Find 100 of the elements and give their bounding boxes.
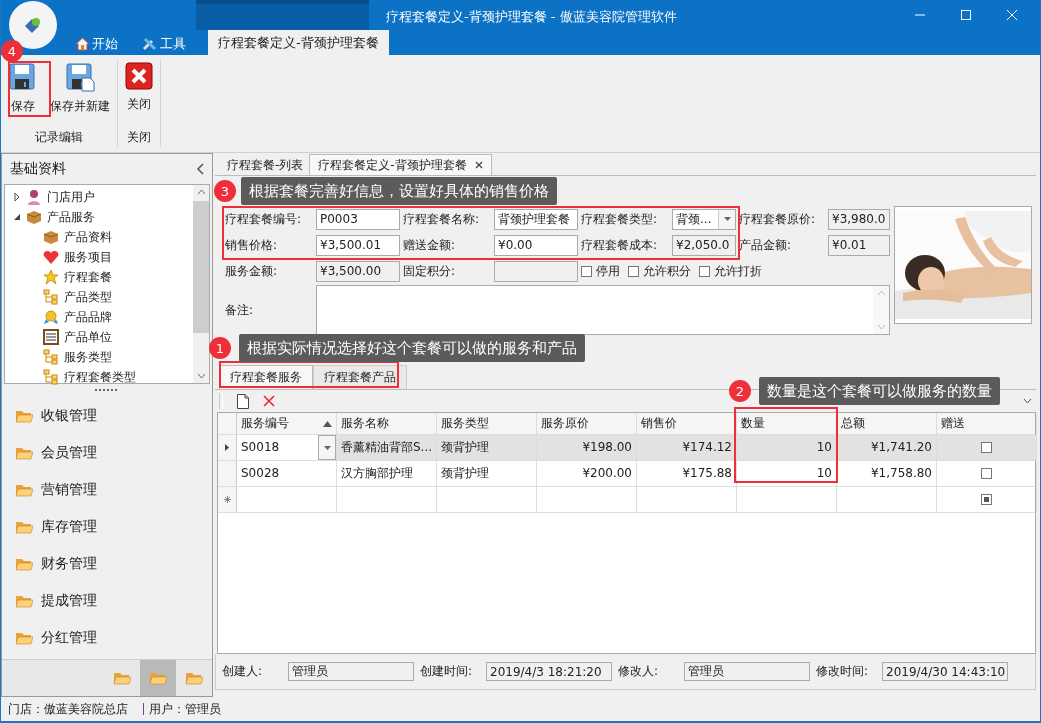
- tools-icon: [142, 36, 158, 51]
- scrollbar-thumb[interactable]: [193, 201, 209, 333]
- column-header[interactable]: 赠送: [937, 413, 1037, 434]
- scroll-down-icon[interactable]: [196, 373, 206, 379]
- table-cell: ¥198.00: [537, 435, 637, 460]
- hierarchy-icon: [43, 349, 59, 365]
- nav-group[interactable]: 收银管理: [2, 397, 212, 434]
- hierarchy-icon: [43, 289, 59, 305]
- document-tab[interactable]: 疗程套餐定义-背颈护理套餐: [309, 154, 492, 175]
- table-row[interactable]: S0028 汉方胸部护理 颈背护理 ¥200.00 ¥175.88 10 ¥1,758.80: [218, 461, 1035, 487]
- folder-icon: [15, 482, 33, 497]
- field-label: 疗程套餐名称:: [403, 210, 481, 228]
- column-header[interactable]: 数量: [737, 413, 837, 434]
- checkbox[interactable]: 停用: [581, 262, 620, 280]
- tree-item[interactable]: 疗程套餐类型: [5, 367, 193, 387]
- column-header[interactable]: 服务类型: [437, 413, 537, 434]
- nav-group[interactable]: 营销管理: [2, 471, 212, 508]
- window-title: 疗程套餐定义-背颈护理套餐 - 傲蓝美容院管理软件: [385, 8, 678, 26]
- scroll-up-icon[interactable]: [196, 189, 206, 195]
- expander-icon[interactable]: [13, 213, 21, 221]
- folder-icon: [15, 408, 33, 423]
- tree-item[interactable]: 疗程套餐: [5, 267, 193, 287]
- nav-group[interactable]: 分红管理: [2, 619, 212, 656]
- folder-icon: [15, 556, 33, 571]
- tree-item[interactable]: 门店用户: [5, 187, 193, 207]
- tree-item[interactable]: 产品资料: [5, 227, 193, 247]
- splitter-grip-icon[interactable]: [95, 389, 119, 392]
- step-badge: 3: [214, 180, 236, 202]
- nav-group[interactable]: 会员管理: [2, 434, 212, 471]
- checkbox[interactable]: 允许打折: [699, 262, 762, 280]
- callout: 根据套餐完善好信息，设置好具体的销售价格: [241, 177, 557, 205]
- status-text: 用户：管理员: [149, 700, 221, 718]
- tree-item[interactable]: 服务类型: [5, 347, 193, 367]
- input-field[interactable]: ¥3,500.01: [316, 234, 400, 256]
- ribbon-group-label: 关闭: [127, 129, 151, 146]
- column-header[interactable]: 销售价: [637, 413, 737, 434]
- nav-group[interactable]: 财务管理: [2, 545, 212, 582]
- nav-group[interactable]: 提成管理: [2, 582, 212, 619]
- hierarchy-icon: [43, 369, 59, 385]
- maximize-icon[interactable]: [960, 9, 972, 21]
- input-field: 2019/4/3 18:21:20: [486, 662, 612, 681]
- field-label: 产品金额:: [739, 236, 793, 254]
- ribbon-button[interactable]: 关闭: [121, 60, 157, 129]
- ribbon-tab[interactable]: 工具: [140, 32, 188, 55]
- checkbox[interactable]: [981, 468, 992, 479]
- current-row-icon: [225, 444, 229, 451]
- tree-item[interactable]: 产品品牌: [5, 307, 193, 327]
- column-header[interactable]: 服务名称: [337, 413, 437, 434]
- checkbox[interactable]: [981, 442, 992, 453]
- table-cell: ¥200.00: [537, 461, 637, 486]
- column-header[interactable]: 服务原价: [537, 413, 637, 434]
- folder-icon: [15, 519, 33, 534]
- checkbox[interactable]: [981, 494, 992, 505]
- tab[interactable]: 疗程套餐产品: [313, 365, 407, 389]
- table-row[interactable]: S0018 香薰精油背部S... 颈背护理 ¥198.00 ¥174.12 10 ¥1,741.20: [218, 435, 1035, 461]
- folder-icon: [149, 671, 167, 685]
- checkbox[interactable]: 允许积分: [628, 262, 691, 280]
- tree-item[interactable]: 产品单位: [5, 327, 193, 347]
- input-field[interactable]: P0003: [316, 208, 400, 230]
- tree-item[interactable]: 产品服务: [5, 207, 193, 227]
- dropdown-field[interactable]: 背颈...: [672, 208, 736, 230]
- collapse-icon[interactable]: [196, 163, 204, 175]
- field-label: 修改人:: [618, 663, 660, 680]
- ribbon-button[interactable]: 保存: [4, 60, 42, 129]
- box-icon: [43, 229, 59, 245]
- tree-item[interactable]: 产品类型: [5, 287, 193, 307]
- field-label: 疗程套餐成本:: [581, 236, 659, 254]
- input-field: ¥3,500.00: [316, 260, 400, 282]
- field-label: 创建人:: [222, 663, 264, 680]
- tab[interactable]: 疗程套餐服务: [219, 365, 313, 389]
- new-document-icon[interactable]: [237, 393, 249, 409]
- box-icon: [26, 209, 42, 225]
- table-cell: ¥174.12: [637, 435, 737, 460]
- column-header[interactable]: 服务编号: [237, 413, 337, 434]
- input-field: 管理员: [684, 662, 810, 681]
- input-field[interactable]: ¥0.00: [494, 234, 578, 256]
- table-cell: S0028: [237, 461, 337, 486]
- ribbon-tab[interactable]: 开始: [73, 32, 120, 55]
- callout: 数量是这个套餐可以做服务的数量: [759, 377, 1000, 405]
- table-cell: 汉方胸部护理: [337, 461, 437, 486]
- input-field[interactable]: 背颈护理套餐: [494, 208, 578, 230]
- panel-title: 基础资料: [10, 160, 66, 178]
- document-tab[interactable]: 疗程套餐-列表: [221, 155, 310, 175]
- input-field: 管理员: [288, 662, 414, 681]
- nav-group[interactable]: 库存管理: [2, 508, 212, 545]
- ribbon-button[interactable]: 保存并新建: [46, 60, 114, 129]
- table-cell: 香薰精油背部S...: [337, 435, 437, 460]
- delete-icon[interactable]: [263, 395, 275, 407]
- close-icon[interactable]: [474, 161, 483, 169]
- table-cell: ¥1,758.80: [837, 461, 937, 486]
- expander-icon[interactable]: [13, 193, 21, 201]
- folder-icon: [185, 671, 203, 685]
- field-label: 服务金额:: [225, 262, 279, 280]
- ribbon-tab[interactable]: 疗程套餐定义-背颈护理套餐: [208, 30, 389, 55]
- step-badge: 1: [209, 337, 231, 359]
- column-header[interactable]: 总额: [837, 413, 937, 434]
- ribbon-group-label: 记录编辑: [35, 129, 83, 146]
- chevron-down-icon[interactable]: [1023, 398, 1032, 404]
- tree-item[interactable]: 服务项目: [5, 247, 193, 267]
- table-cell: 颈背护理: [437, 435, 537, 460]
